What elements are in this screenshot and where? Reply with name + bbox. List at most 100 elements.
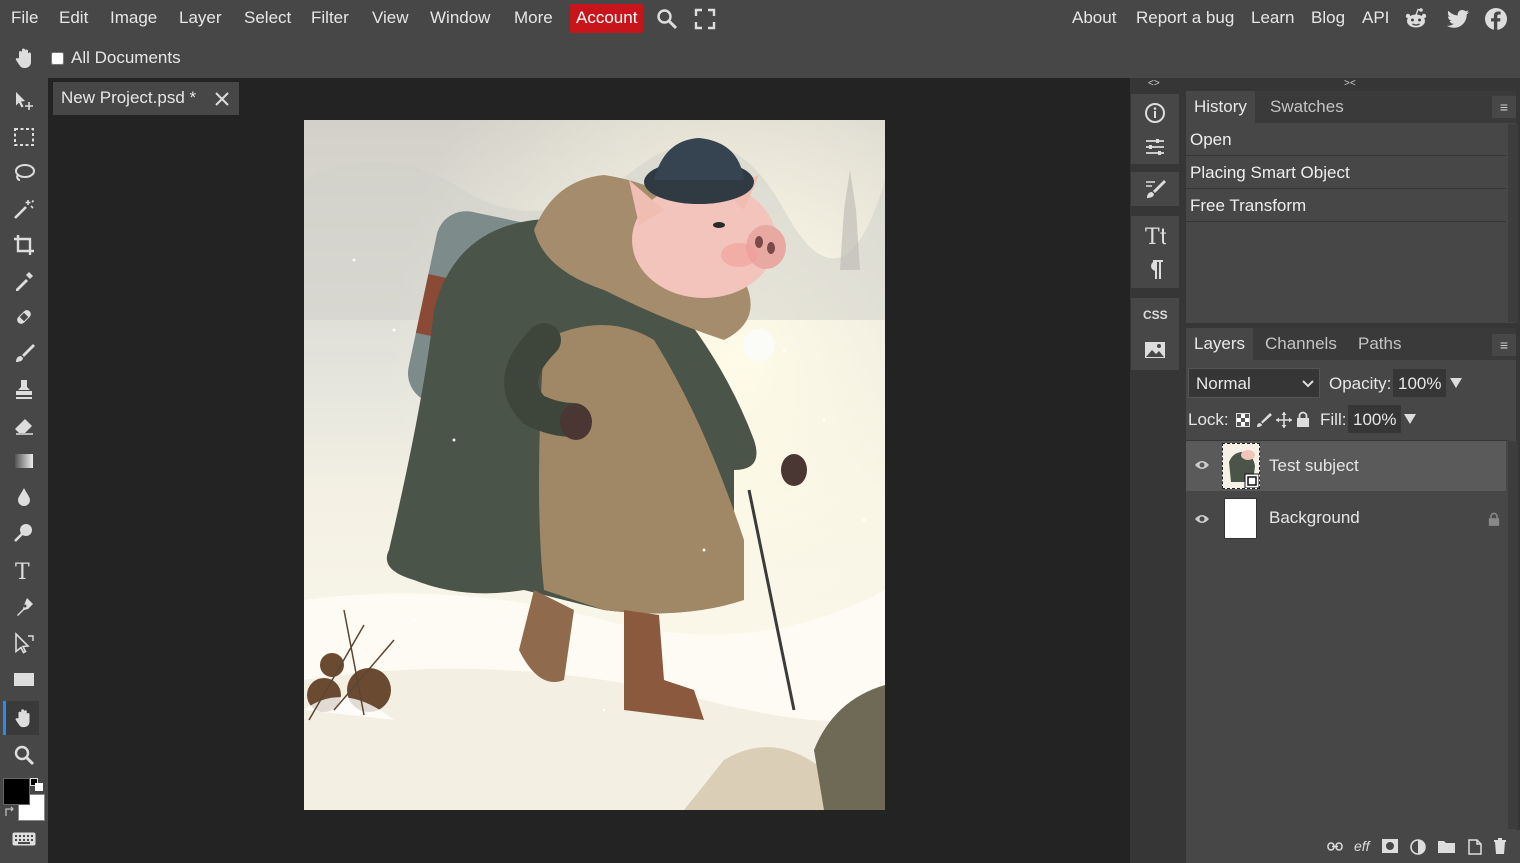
add-mask-icon[interactable]: [1382, 839, 1398, 853]
magic-wand-tool[interactable]: [6, 192, 42, 226]
close-icon[interactable]: [215, 92, 229, 106]
info-icon[interactable]: [1144, 102, 1166, 124]
all-documents-checkbox[interactable]: [51, 52, 64, 65]
layers-scrollbar[interactable]: [1508, 441, 1518, 829]
tab-swatches[interactable]: Swatches: [1262, 91, 1352, 123]
about-link[interactable]: About: [1070, 0, 1118, 38]
character-icon[interactable]: Tt: [1144, 224, 1166, 248]
layers-footer: eff: [1186, 830, 1520, 863]
panel-icon-strip: <> Tt CSS: [1130, 78, 1184, 863]
brush-tool[interactable]: [6, 336, 42, 370]
document-tab-title: New Project.psd *: [61, 88, 197, 107]
fullscreen-icon[interactable]: [693, 7, 717, 31]
lock-all-icon[interactable]: [1296, 411, 1310, 427]
search-icon[interactable]: [655, 7, 679, 31]
fill-input[interactable]: 100%: [1348, 405, 1401, 433]
api-link[interactable]: API: [1360, 0, 1391, 38]
all-documents-label: All Documents: [71, 48, 181, 67]
healing-brush-tool[interactable]: [6, 300, 42, 334]
document-canvas[interactable]: [304, 120, 885, 810]
opacity-dropdown-icon[interactable]: [1450, 377, 1462, 389]
rectangle-icon: [14, 673, 34, 686]
shape-tool[interactable]: [6, 662, 42, 696]
account-button[interactable]: Account: [570, 4, 644, 33]
adjustment-layer-icon[interactable]: [1410, 839, 1426, 855]
tab-layers[interactable]: Layers: [1186, 328, 1254, 360]
history-item[interactable]: Free Transform: [1186, 190, 1506, 222]
report-bug-link[interactable]: Report a bug: [1134, 0, 1236, 38]
path-select-tool[interactable]: [6, 626, 42, 660]
layer-row-background[interactable]: Background: [1186, 493, 1506, 543]
facebook-icon[interactable]: [1484, 7, 1508, 31]
history-panel-menu-icon[interactable]: ≡: [1492, 96, 1516, 118]
tab-channels[interactable]: Channels: [1257, 328, 1345, 360]
keyboard-icon[interactable]: [12, 832, 36, 846]
layer-thumbnail: [1222, 443, 1260, 489]
lock-position-icon[interactable]: [1276, 412, 1292, 428]
link-layers-icon[interactable]: [1327, 842, 1343, 851]
eyedropper-tool[interactable]: [6, 264, 42, 298]
adjustments-icon[interactable]: [1144, 136, 1166, 158]
fill-dropdown-icon[interactable]: [1404, 413, 1416, 425]
layer-thumbnail: [1224, 498, 1257, 539]
tab-history[interactable]: History: [1186, 91, 1255, 123]
new-group-icon[interactable]: [1438, 840, 1455, 853]
menu-image[interactable]: Image: [108, 0, 159, 38]
menu-select[interactable]: Select: [242, 0, 293, 38]
type-tool[interactable]: T: [6, 554, 42, 588]
menu-filter[interactable]: Filter: [309, 0, 351, 38]
lock-pixels-icon[interactable]: [1256, 412, 1272, 428]
delete-layer-icon[interactable]: [1493, 838, 1507, 854]
menu-file[interactable]: File: [9, 0, 40, 38]
menu-window[interactable]: Window: [428, 0, 492, 38]
image-icon[interactable]: [1144, 340, 1166, 360]
blog-link[interactable]: Blog: [1309, 0, 1347, 38]
css-icon[interactable]: CSS: [1143, 308, 1168, 322]
eye-icon[interactable]: [1194, 459, 1210, 471]
document-tab[interactable]: New Project.psd *: [53, 82, 239, 115]
reddit-icon[interactable]: [1404, 7, 1428, 31]
swap-colors-icon[interactable]: [4, 806, 16, 818]
new-layer-icon[interactable]: [1466, 839, 1482, 855]
svg-text:Tt: Tt: [1145, 225, 1166, 248]
clone-stamp-tool[interactable]: [6, 372, 42, 406]
tab-paths[interactable]: Paths: [1350, 328, 1409, 360]
crop-tool[interactable]: [6, 228, 42, 262]
brush-settings-icon[interactable]: [1144, 178, 1166, 200]
menu-more[interactable]: More: [512, 0, 555, 38]
opacity-input[interactable]: 100%: [1393, 369, 1446, 397]
move-tool[interactable]: [6, 84, 42, 118]
menu-bar: File Edit Image Layer Select Filter View…: [0, 0, 1520, 38]
lock-transparency-icon[interactable]: [1236, 413, 1250, 427]
blur-tool[interactable]: [6, 480, 42, 514]
marquee-tool[interactable]: [6, 120, 42, 154]
paragraph-icon[interactable]: [1144, 258, 1166, 280]
fill-value: 100%: [1353, 410, 1397, 429]
blend-mode-select[interactable]: Normal: [1188, 368, 1320, 398]
menu-edit[interactable]: Edit: [57, 0, 90, 38]
history-item[interactable]: Open: [1186, 124, 1506, 156]
history-item[interactable]: Placing Smart Object: [1186, 157, 1506, 189]
gradient-tool[interactable]: [6, 444, 42, 478]
layer-row-test-subject[interactable]: Test subject: [1186, 441, 1506, 491]
chevron-down-icon: [1302, 380, 1314, 388]
eye-icon[interactable]: [1194, 513, 1210, 525]
learn-link[interactable]: Learn: [1249, 0, 1296, 38]
dodge-tool[interactable]: [6, 516, 42, 550]
menu-layer[interactable]: Layer: [177, 0, 224, 38]
eraser-tool[interactable]: [6, 408, 42, 442]
pen-tool[interactable]: [6, 590, 42, 624]
collapse-strip-icon[interactable]: <>: [1148, 78, 1160, 89]
menu-view[interactable]: View: [370, 0, 411, 38]
foreground-color-swatch[interactable]: [3, 778, 30, 805]
twitter-icon[interactable]: [1446, 7, 1470, 31]
collapse-panels-icon[interactable]: ><: [1344, 78, 1356, 89]
history-scrollbar[interactable]: [1508, 124, 1518, 322]
default-colors-white-icon: [35, 783, 43, 791]
zoom-tool[interactable]: [6, 738, 42, 772]
lasso-tool[interactable]: [6, 156, 42, 190]
layer-effects-icon[interactable]: eff: [1354, 838, 1370, 854]
layers-panel-menu-icon[interactable]: ≡: [1492, 334, 1516, 356]
hand-tool[interactable]: [3, 701, 39, 735]
mini-group-1: [1131, 94, 1179, 164]
